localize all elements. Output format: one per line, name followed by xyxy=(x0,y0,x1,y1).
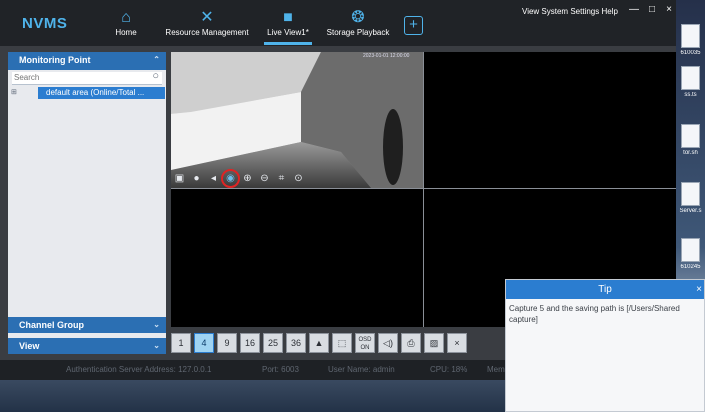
fullscreen-button[interactable]: ⬚ xyxy=(332,333,352,353)
status-cpu: CPU: 18% xyxy=(430,365,468,374)
video-timestamp: 2023-01-01 12:00:00 xyxy=(363,53,410,59)
tip-dialog: Tip × Capture 5 and the saving path is [… xyxy=(505,279,705,412)
grid-divider xyxy=(423,52,424,327)
record-icon[interactable]: ● xyxy=(189,171,204,186)
search-input[interactable] xyxy=(12,72,142,83)
nav-live-view[interactable]: ■ Live View1* xyxy=(264,8,312,45)
desktop-file-icon[interactable]: ss.ts xyxy=(678,66,703,98)
grid-divider xyxy=(171,188,676,189)
camera-icon: ■ xyxy=(283,9,293,26)
channel-group-header[interactable]: Channel Group ⌄ xyxy=(8,317,166,333)
location-pin-icon[interactable]: ⊙ xyxy=(291,171,306,186)
search-icon[interactable]: ○ xyxy=(152,70,159,82)
tip-title: Tip xyxy=(598,284,612,295)
monitoring-point-header[interactable]: Monitoring Point ⌃ xyxy=(8,52,166,70)
tree-item-default-area[interactable]: default area (Online/Total ... xyxy=(38,87,165,99)
layout-16-button[interactable]: 16 xyxy=(240,333,260,353)
film-reel-icon: ❂ xyxy=(351,9,365,26)
status-port: Port: 6003 xyxy=(262,365,299,374)
home-icon: ⌂ xyxy=(121,9,131,26)
close-all-button[interactable]: × xyxy=(447,333,467,353)
system-menu[interactable]: View System Settings Help xyxy=(522,7,618,16)
stretch-button[interactable]: ▨ xyxy=(424,333,444,353)
desktop-file-icon[interactable]: Server.s xyxy=(678,182,703,214)
chevron-down-icon: ⌄ xyxy=(153,320,160,329)
zoom-out-icon[interactable]: ⊖ xyxy=(257,171,272,186)
chevron-up-icon: ⌃ xyxy=(153,55,160,64)
nav-resource-management[interactable]: ✕ Resource Management xyxy=(162,8,252,37)
audio-icon[interactable]: ◂ xyxy=(206,171,221,186)
custom-layout-button[interactable]: ▲ xyxy=(309,333,329,353)
nav-home[interactable]: ⌂ Home xyxy=(112,8,140,37)
minimize-button[interactable]: — xyxy=(628,4,640,15)
osd-on-button[interactable]: OSD ON xyxy=(355,333,375,353)
add-tab-button[interactable]: + xyxy=(404,16,423,35)
layout-toolbar: 1 4 9 16 25 36 ▲ ⬚ OSD ON ◁) ⎙ ▨ × xyxy=(171,331,467,355)
maximize-button[interactable]: □ xyxy=(646,4,658,15)
audio-button[interactable]: ◁) xyxy=(378,333,398,353)
snapshot-folder-icon[interactable]: ▣ xyxy=(172,171,187,186)
layout-36-button[interactable]: 36 xyxy=(286,333,306,353)
monitoring-point-panel: Monitoring Point ⌃ ○ ⊞ default area (Onl… xyxy=(8,52,166,354)
zoom-in-icon[interactable]: ⊕ xyxy=(240,171,255,186)
tip-header: Tip × xyxy=(506,280,704,299)
nav-storage-playback[interactable]: ❂ Storage Playback xyxy=(323,8,393,37)
status-mem: Mem xyxy=(487,365,505,374)
camera-image xyxy=(171,52,423,188)
search-box: ○ xyxy=(12,70,162,85)
capture-camera-icon[interactable]: ◉ xyxy=(221,168,240,188)
fullscreen-icon[interactable]: ⌗ xyxy=(274,171,289,186)
snapshot-button[interactable]: ⎙ xyxy=(401,333,421,353)
camera-feed[interactable] xyxy=(171,52,423,188)
desktop-file-icon[interactable]: 610035 xyxy=(678,24,703,56)
layout-4-button[interactable]: 4 xyxy=(194,333,214,353)
tip-message: Capture 5 and the saving path is [/Users… xyxy=(509,304,680,324)
layout-25-button[interactable]: 25 xyxy=(263,333,283,353)
close-icon[interactable]: × xyxy=(696,280,702,299)
expand-icon[interactable]: ⊞ xyxy=(11,88,17,96)
desktop-file-icon[interactable]: 610245 xyxy=(678,238,703,270)
view-header[interactable]: View ⌄ xyxy=(8,338,166,354)
video-toolbar: ▣ ● ◂ ◉ ⊕ ⊖ ⌗ ⊙ xyxy=(172,168,306,188)
tree-row[interactable]: ⊞ default area (Online/Total ... xyxy=(8,87,166,99)
layout-9-button[interactable]: 9 xyxy=(217,333,237,353)
top-bar: NVMS ⌂ Home ✕ Resource Management ■ Live… xyxy=(0,0,676,46)
chevron-down-icon: ⌄ xyxy=(153,341,160,350)
status-user: User Name: admin xyxy=(328,365,395,374)
desktop-file-icon[interactable]: tor.sh xyxy=(678,124,703,156)
tools-icon: ✕ xyxy=(200,9,214,26)
layout-1-button[interactable]: 1 xyxy=(171,333,191,353)
status-auth-server: Authentication Server Address: 127.0.0.1 xyxy=(66,365,212,374)
panel-title: Monitoring Point xyxy=(19,55,91,65)
app-logo: NVMS xyxy=(22,15,68,32)
close-button[interactable]: × xyxy=(663,4,675,15)
